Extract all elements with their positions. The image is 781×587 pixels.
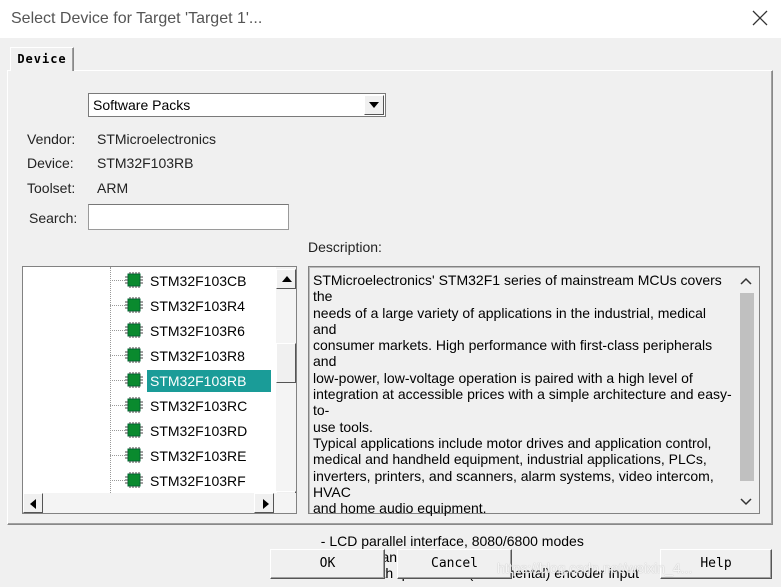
chip-icon <box>125 422 143 438</box>
arrow-left-icon <box>30 499 36 509</box>
tree-item-label: STM32F103R6 <box>150 323 245 339</box>
chip-icon <box>125 347 143 363</box>
tree-item-label: STM32F103RB <box>147 370 271 392</box>
tree-item-label: STM32F103RC <box>150 398 248 414</box>
close-icon[interactable] <box>751 9 769 27</box>
tree-item[interactable]: STM32F103RF <box>110 468 296 493</box>
cancel-button[interactable]: Cancel <box>397 549 512 579</box>
tree-item[interactable]: STM32F103R4 <box>110 293 296 318</box>
chip-icon <box>125 297 143 313</box>
scroll-thumb[interactable] <box>276 343 296 383</box>
device-source-dropdown[interactable]: Software Packs <box>88 93 386 117</box>
title-bar: Select Device for Target 'Target 1'... <box>0 0 781 38</box>
chip-icon <box>125 372 143 388</box>
ok-button[interactable]: OK <box>270 549 385 579</box>
window-title: Select Device for Target 'Target 1'... <box>11 10 263 27</box>
chip-icon <box>125 322 143 338</box>
description-label: Description: <box>308 239 382 255</box>
device-value: STM32F103RB <box>97 155 194 171</box>
tree-item-label: STM32F103RD <box>150 423 248 439</box>
arrow-right-icon <box>263 499 269 509</box>
tab-device[interactable]: Device <box>10 47 74 71</box>
tree-item-label: STM32F103R4 <box>150 298 245 314</box>
dropdown-arrow-button[interactable] <box>364 95 384 115</box>
tree-item-label: STM32F103CB <box>150 273 247 289</box>
chip-icon <box>125 397 143 413</box>
description-scrollbar[interactable] <box>735 269 757 511</box>
chip-icon <box>125 472 143 488</box>
tree-item[interactable]: STM32F103R6 <box>110 318 296 343</box>
search-label: Search: <box>29 210 78 226</box>
description-text: STMicroelectronics' STM32F1 series of ma… <box>313 272 732 582</box>
toolset-value: ARM <box>97 180 129 196</box>
tree-item-label: STM32F103RF <box>150 473 246 489</box>
chip-icon <box>125 447 143 463</box>
tree-horizontal-scrollbar[interactable] <box>23 493 296 513</box>
tree-item[interactable]: STM32F103RC <box>110 393 296 418</box>
toolset-label: Toolset: <box>27 180 76 196</box>
chevron-up-icon[interactable] <box>740 277 752 287</box>
device-source-value: Software Packs <box>93 97 191 113</box>
tree-item-label: STM32F103RE <box>150 448 247 464</box>
description-box: STMicroelectronics' STM32F1 series of ma… <box>308 266 760 581</box>
tree-vertical-scrollbar[interactable] <box>276 267 296 511</box>
device-tree[interactable]: STM32F103CB STM32F103R4 STM32F103R6 STM3… <box>22 266 297 514</box>
vendor-value: STMicroelectronics <box>97 131 217 147</box>
tree-item[interactable]: STM32F103CB <box>110 268 296 293</box>
vendor-label: Vendor: <box>27 131 76 147</box>
scroll-right-button[interactable] <box>254 493 274 513</box>
chip-icon <box>125 272 143 288</box>
device-label: Device: <box>27 155 74 171</box>
tree-item-selected[interactable]: STM32F103RB <box>110 368 296 393</box>
tree-item[interactable]: STM32F103RD <box>110 418 296 443</box>
scroll-left-button[interactable] <box>23 493 43 513</box>
search-input[interactable] <box>88 204 289 230</box>
scroll-up-button[interactable] <box>276 269 296 289</box>
chevron-down-icon <box>369 102 379 108</box>
description-scroll-thumb[interactable] <box>740 293 754 481</box>
chevron-down-icon[interactable] <box>740 496 752 506</box>
tree-item[interactable]: STM32F103RE <box>110 443 296 468</box>
watermark-text: https://blog.csdn.net/weixin_4... <box>497 560 693 576</box>
tree-item-label: STM32F103R8 <box>150 348 245 364</box>
tree-item[interactable]: STM32F103R8 <box>110 343 296 368</box>
arrow-up-icon <box>282 276 292 282</box>
